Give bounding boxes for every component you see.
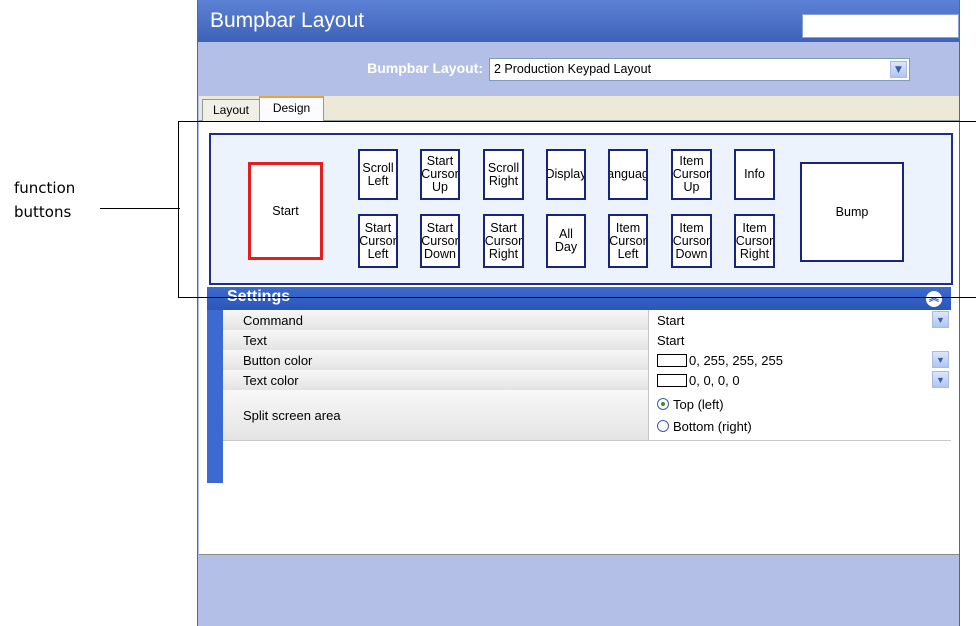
- settings-section: Settings ︽ Command Start ▼ Text Start Bu…: [207, 287, 951, 483]
- chevron-down-icon[interactable]: ▼: [932, 371, 949, 388]
- design-panel: Start Scroll Left Start Cursor Up Scroll…: [199, 121, 959, 555]
- function-button-item-cursor-left[interactable]: Item Cursor Left: [608, 214, 648, 268]
- chevron-down-icon[interactable]: ▼: [932, 351, 949, 368]
- radio-top-left[interactable]: Top (left): [657, 393, 724, 415]
- settings-row-button-color: Button color 0, 255, 255, 255 ▼: [223, 350, 951, 371]
- function-button-start-cursor-left[interactable]: Start Cursor Left: [358, 214, 398, 268]
- settings-key: Button color: [223, 350, 649, 370]
- settings-header[interactable]: Settings ︽: [207, 287, 951, 310]
- bumpbar-layout-label: Bumpbar Layout:: [367, 60, 483, 76]
- function-button-start-cursor-right[interactable]: Start Cursor Right: [483, 214, 524, 268]
- settings-key: Text color: [223, 370, 649, 390]
- settings-row-command: Command Start ▼: [223, 310, 951, 331]
- settings-title: Settings: [227, 288, 291, 305]
- text-color-select[interactable]: 0, 0, 0, 0 ▼: [649, 370, 951, 390]
- radio-label: Top (left): [673, 396, 724, 412]
- function-button-start-cursor-up[interactable]: Start Cursor Up: [420, 149, 460, 200]
- function-button-start[interactable]: Start: [248, 162, 323, 260]
- annotation-line2: buttons: [14, 203, 72, 221]
- function-button-display[interactable]: Display: [546, 149, 586, 200]
- function-button-item-cursor-right[interactable]: Item Cursor Right: [734, 214, 775, 268]
- chevron-down-icon[interactable]: ▼: [932, 311, 949, 328]
- title-bar: Bumpbar Layout: [198, 0, 959, 42]
- function-button-item-cursor-up[interactable]: Item Cursor Up: [671, 149, 712, 200]
- button-color-value: 0, 255, 255, 255: [689, 352, 783, 368]
- settings-row-text-color: Text color 0, 0, 0, 0 ▼: [223, 370, 951, 391]
- function-buttons-area: Start Scroll Left Start Cursor Up Scroll…: [209, 133, 953, 285]
- button-color-select[interactable]: 0, 255, 255, 255 ▼: [649, 350, 951, 370]
- function-button-all-day[interactable]: All Day: [546, 214, 586, 268]
- panel-divider: [199, 554, 959, 555]
- text-field[interactable]: Start: [649, 330, 951, 350]
- radio-selected-icon[interactable]: [657, 398, 669, 410]
- function-button-start-cursor-down[interactable]: Start Cursor Down: [420, 214, 460, 268]
- bumpbar-layout-window: Bumpbar Layout Bumpbar Layout: 2 Product…: [197, 0, 960, 626]
- annotation-label: function buttons: [14, 176, 124, 224]
- radio-unselected-icon[interactable]: [657, 420, 669, 432]
- settings-row-split-screen: Split screen area Top (left) Bottom (rig…: [223, 390, 951, 441]
- text-color-value: 0, 0, 0, 0: [689, 372, 740, 388]
- color-swatch: [657, 353, 687, 367]
- radio-label: Bottom (right): [673, 418, 752, 434]
- function-button-scroll-right[interactable]: Scroll Right: [483, 149, 524, 200]
- function-button-info[interactable]: Info: [734, 149, 775, 200]
- title-search-field[interactable]: [802, 14, 959, 38]
- collapse-icon[interactable]: ︽: [926, 291, 942, 307]
- settings-key: Command: [223, 310, 649, 330]
- chevron-down-icon[interactable]: ▼: [890, 61, 907, 78]
- function-button-language[interactable]: Language: [608, 149, 648, 200]
- annotation-line1: function: [14, 179, 76, 197]
- settings-row-text: Text Start: [223, 330, 951, 351]
- radio-bottom-right[interactable]: Bottom (right): [657, 415, 752, 437]
- split-screen-options: Top (left) Bottom (right): [649, 390, 951, 440]
- function-button-scroll-left[interactable]: Scroll Left: [358, 149, 398, 200]
- command-select[interactable]: Start ▼: [649, 310, 951, 330]
- tab-design[interactable]: Design: [259, 96, 324, 124]
- function-button-item-cursor-down[interactable]: Item Cursor Down: [671, 214, 712, 268]
- text-value: Start: [657, 332, 685, 348]
- settings-grid: Command Start ▼ Text Start Button color: [207, 310, 951, 483]
- settings-key: Text: [223, 330, 649, 350]
- bumpbar-layout-value: 2 Production Keypad Layout: [494, 62, 652, 76]
- window-title: Bumpbar Layout: [210, 9, 365, 32]
- bumpbar-layout-select[interactable]: 2 Production Keypad Layout ▼: [489, 58, 910, 81]
- annotation-leader-line: [100, 208, 180, 209]
- function-button-bump[interactable]: Bump: [800, 162, 904, 262]
- command-value: Start: [657, 312, 685, 328]
- color-swatch: [657, 373, 687, 387]
- settings-key: Split screen area: [223, 390, 649, 440]
- tab-layout[interactable]: Layout: [202, 99, 260, 122]
- tab-strip: Layout Design: [199, 96, 959, 124]
